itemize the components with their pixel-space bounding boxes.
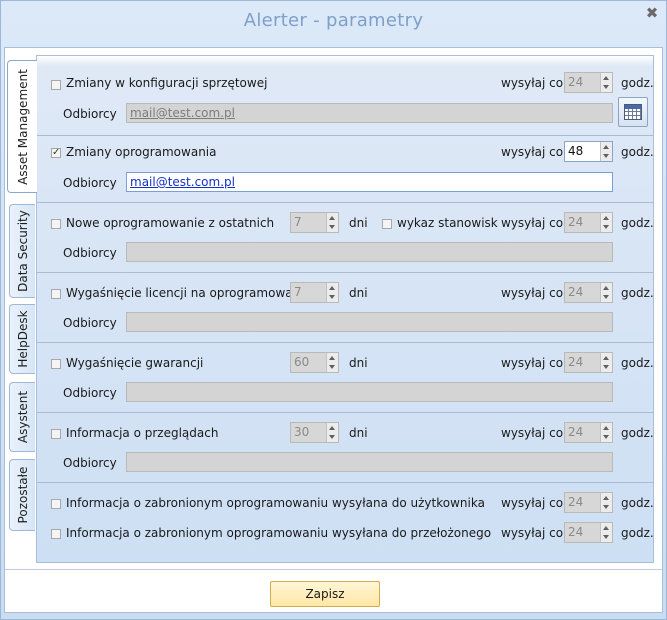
interval-stepper[interactable]: 24 [564,352,613,373]
calendar-icon [624,104,642,120]
workstation-list-checkbox[interactable] [382,219,392,229]
save-button[interactable]: Zapisz [270,581,380,607]
hours-label: godz. [621,356,654,370]
forbidden-supervisor-checkbox[interactable] [51,529,61,539]
tab-label: HelpDesk [15,310,30,368]
window-title: Alerter - parametry [243,10,424,31]
interval-stepper[interactable]: 24 [564,72,613,93]
days-label: dni [349,426,368,440]
tab-helpdesk[interactable]: HelpDesk [9,304,35,374]
hardware-config-checkbox[interactable] [51,80,61,90]
hours-label: godz. [621,76,654,90]
hours-label: godz. [621,426,654,440]
recipients-label: Odbiorcy [63,107,117,121]
hours-label: godz. [621,216,654,230]
tab-label: Pozostałe [15,466,30,524]
send-every-label: wysyłaj co [501,216,564,230]
days-stepper[interactable]: 7 [290,212,339,233]
workstation-list-label: wykaz stanowisk [397,216,498,230]
asset-management-panel: Zmiany w konfiguracji sprzętowej wysyłaj… [36,55,654,563]
interval-stepper[interactable]: 24 [564,422,613,443]
license-expiry-checkbox[interactable] [51,289,61,299]
new-software-checkbox[interactable] [51,219,61,229]
recipients-label: Odbiorcy [63,246,117,260]
section-inspections: Informacja o przeglądach 30 dni wysyłaj … [37,413,654,483]
tab-asystent[interactable]: Asystent [9,382,35,452]
days-label: dni [349,216,368,230]
recipients-field[interactable]: mail@test.com.pl [126,103,613,123]
inspections-checkbox[interactable] [51,429,61,439]
interval-stepper[interactable]: 24 [564,282,613,303]
close-icon[interactable]: ✖ [644,5,660,21]
recipients-field[interactable] [126,452,613,472]
alerter-window: Alerter - parametry ✖ Asset Management D… [0,0,667,620]
client-area: Asset Management Data Security HelpDesk … [4,47,663,613]
section-license-expiry: Wygaśnięcie licencji na oprogramowanie 7… [37,273,654,343]
recipients-label: Odbiorcy [63,386,117,400]
section-warranty-expiry: Wygaśnięcie gwarancji 60 dni wysyłaj co … [37,343,654,413]
section-label: Informacja o zabronionym oprogramowaniu … [66,496,485,510]
forbidden-user-checkbox[interactable] [51,499,61,509]
section-label: Wygaśnięcie licencji na oprogramowanie [66,286,311,300]
recipients-field[interactable]: mail@test.com.pl [126,172,613,192]
software-changes-checkbox[interactable]: ✓ [51,148,61,158]
send-every-label: wysyłaj co [501,286,564,300]
section-label: Zmiany w konfiguracji sprzętowej [66,76,268,90]
days-label: dni [349,286,368,300]
section-label: Wygaśnięcie gwarancji [66,356,204,370]
interval-stepper[interactable]: 48 [564,141,613,162]
tab-asset-management[interactable]: Asset Management [7,60,37,193]
recipients-field[interactable] [126,382,613,402]
section-label: Informacja o zabronionym oprogramowaniu … [66,526,492,540]
hours-label: godz. [621,526,654,540]
recipients-label: Odbiorcy [63,456,117,470]
tab-label: Asset Management [15,68,30,185]
warranty-expiry-checkbox[interactable] [51,359,61,369]
send-every-label: wysyłaj co [501,356,564,370]
hours-label: godz. [621,145,654,159]
footer-divider [5,569,662,570]
days-stepper[interactable]: 60 [290,352,339,373]
section-label: Zmiany oprogramowania [66,145,217,159]
recipients-label: Odbiorcy [63,316,117,330]
interval-stepper[interactable]: 24 [564,522,613,543]
send-every-label: wysyłaj co [501,426,564,440]
section-label: Informacja o przeglądach [66,426,219,440]
send-every-label: wysyłaj co [501,76,564,90]
days-stepper[interactable]: 7 [290,282,339,303]
send-every-label: wysyłaj co [501,526,564,540]
recipients-label: Odbiorcy [63,176,117,190]
section-new-software: Nowe oprogramowanie z ostatnich 7 dni wy… [37,203,654,273]
calendar-button[interactable] [618,97,648,127]
tab-data-security[interactable]: Data Security [9,204,35,298]
recipients-field[interactable] [126,312,613,332]
tab-label: Asystent [15,390,30,444]
tab-label: Data Security [15,210,30,292]
section-hardware-config: Zmiany w konfiguracji sprzętowej wysyłaj… [37,56,654,136]
days-stepper[interactable]: 30 [290,422,339,443]
hours-label: godz. [621,496,654,510]
hours-label: godz. [621,286,654,300]
section-forbidden-software: Informacja o zabronionym oprogramowaniu … [37,483,654,563]
interval-stepper[interactable]: 24 [564,492,613,513]
recipients-field[interactable] [126,242,613,262]
tab-pozostale[interactable]: Pozostałe [9,459,35,531]
interval-stepper[interactable]: 24 [564,212,613,233]
section-label: Nowe oprogramowanie z ostatnich [66,216,275,230]
section-software-changes: ✓ Zmiany oprogramowania wysyłaj co 48 go… [37,136,654,203]
send-every-label: wysyłaj co [501,496,564,510]
send-every-label: wysyłaj co [501,145,564,159]
days-label: dni [349,356,368,370]
